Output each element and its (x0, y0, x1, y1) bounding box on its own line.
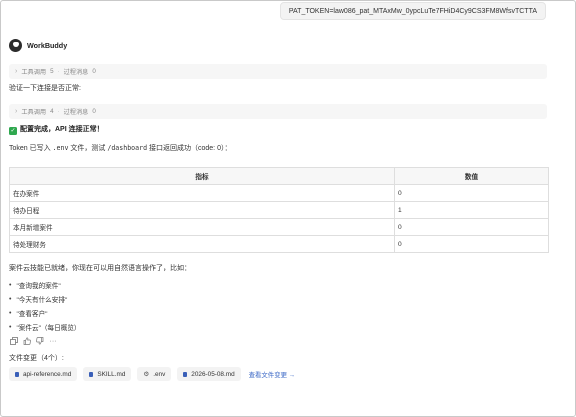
file-name: SKILL.md (97, 370, 126, 378)
file-icon (15, 371, 19, 377)
process-message-count: 0 (92, 108, 96, 115)
thumbs-down-icon[interactable] (36, 337, 44, 345)
tool-call-label: 工具调用 (21, 69, 47, 76)
summary-text: 案件云技能已就绪，你现在可以用自然语言操作了，比如： (9, 265, 191, 272)
list-item: "查询我的案件" (9, 278, 80, 292)
file-chip-daily-log[interactable]: 2026-05-08.md (177, 367, 241, 381)
process-message-label: 过程消息 (63, 109, 89, 116)
tool-call-count: 4 (50, 108, 54, 115)
table-row: 在办案件 0 (9, 184, 549, 202)
file-change-list: api-reference.md SKILL.md ⚙ .env 2026-05… (9, 367, 295, 381)
table-row: 待办日程 1 (9, 201, 549, 219)
table-cell-value: 1 (394, 201, 549, 219)
status-text: 配置完成，API 连接正常！ (20, 126, 104, 133)
table-header-row: 指标 数值 (9, 167, 549, 185)
table-header-metric: 指标 (9, 167, 395, 185)
token-info-line: Token 已写入 .env 文件，测试 /dashboard 接口返回成功（c… (9, 143, 231, 153)
metrics-table: 指标 数值 在办案件 0 待办日程 1 本月新增案件 0 待处理财务 0 (9, 167, 549, 253)
table-cell-value: 0 (394, 184, 549, 202)
example-list: "查询我的案件" "今天有什么安排" "查看客户" "案件云"（每日概览） (9, 278, 80, 334)
tool-call-count: 5 (50, 68, 54, 75)
table-cell-metric: 在办案件 (9, 184, 395, 202)
view-file-changes-link[interactable]: 查看文件变更 → (249, 370, 296, 379)
tool-call-summary-2[interactable]: › 工具调用 4 · 过程消息 0 (9, 104, 547, 119)
table-header-value: 数值 (394, 167, 549, 185)
file-icon (183, 371, 188, 377)
workbuddy-logo-icon (9, 39, 22, 52)
endpoint-path: /dashboard (107, 144, 148, 152)
process-message-count: 0 (92, 68, 96, 75)
table-cell-metric: 待处理财务 (9, 235, 395, 253)
file-changes-label: 文件变更（4个）: (9, 355, 64, 362)
message-actions: ··· (10, 337, 57, 345)
check-icon: ✓ (9, 127, 17, 135)
assistant-header: WorkBuddy (9, 39, 67, 52)
tool-call-summary-1[interactable]: › 工具调用 5 · 过程消息 0 (9, 64, 547, 79)
token-info-pre: Token 已写入 (9, 145, 53, 152)
tool-call-label: 工具调用 (21, 109, 47, 116)
file-name: .env (153, 370, 166, 378)
chevron-right-icon: › (15, 68, 18, 75)
list-item: "查看客户" (9, 306, 80, 320)
table-cell-value: 0 (394, 235, 549, 253)
separator: · (57, 68, 60, 75)
table-row: 待处理财务 0 (9, 235, 549, 253)
table-row: 本月新增案件 0 (9, 218, 549, 236)
file-name: api-reference.md (23, 370, 72, 378)
thumbs-up-icon[interactable] (23, 337, 31, 345)
table-cell-metric: 待办日程 (9, 201, 395, 219)
process-message-label: 过程消息 (63, 69, 89, 76)
file-icon (89, 371, 94, 377)
file-chip-env[interactable]: ⚙ .env (137, 367, 172, 381)
status-line: ✓ 配置完成，API 连接正常！ (9, 124, 104, 135)
file-chip-api-reference[interactable]: api-reference.md (9, 367, 78, 381)
user-message-token: PAT_TOKEN=law086_pat_MTAxMw_0ypcLuTe7FHi… (279, 2, 546, 20)
token-info-mid: 文件，测试 (68, 145, 108, 152)
table-cell-metric: 本月新增案件 (9, 218, 395, 236)
copy-icon[interactable] (10, 337, 18, 345)
table-cell-value: 0 (394, 218, 549, 236)
token-info-post: 接口返回成功（code: 0）： (147, 145, 232, 152)
env-filename: .env (52, 144, 69, 152)
user-prompt-text: 验证一下连接是否正常: (9, 85, 81, 92)
list-item: "今天有什么安排" (9, 292, 80, 306)
separator: · (57, 108, 60, 115)
file-name: 2026-05-08.md (191, 370, 235, 378)
list-item: "案件云"（每日概览） (9, 320, 80, 334)
chevron-right-icon: › (15, 108, 18, 115)
file-chip-skill[interactable]: SKILL.md (83, 367, 132, 381)
assistant-name: WorkBuddy (27, 41, 68, 50)
more-icon[interactable]: ··· (49, 337, 57, 345)
gear-icon: ⚙ (143, 371, 150, 378)
